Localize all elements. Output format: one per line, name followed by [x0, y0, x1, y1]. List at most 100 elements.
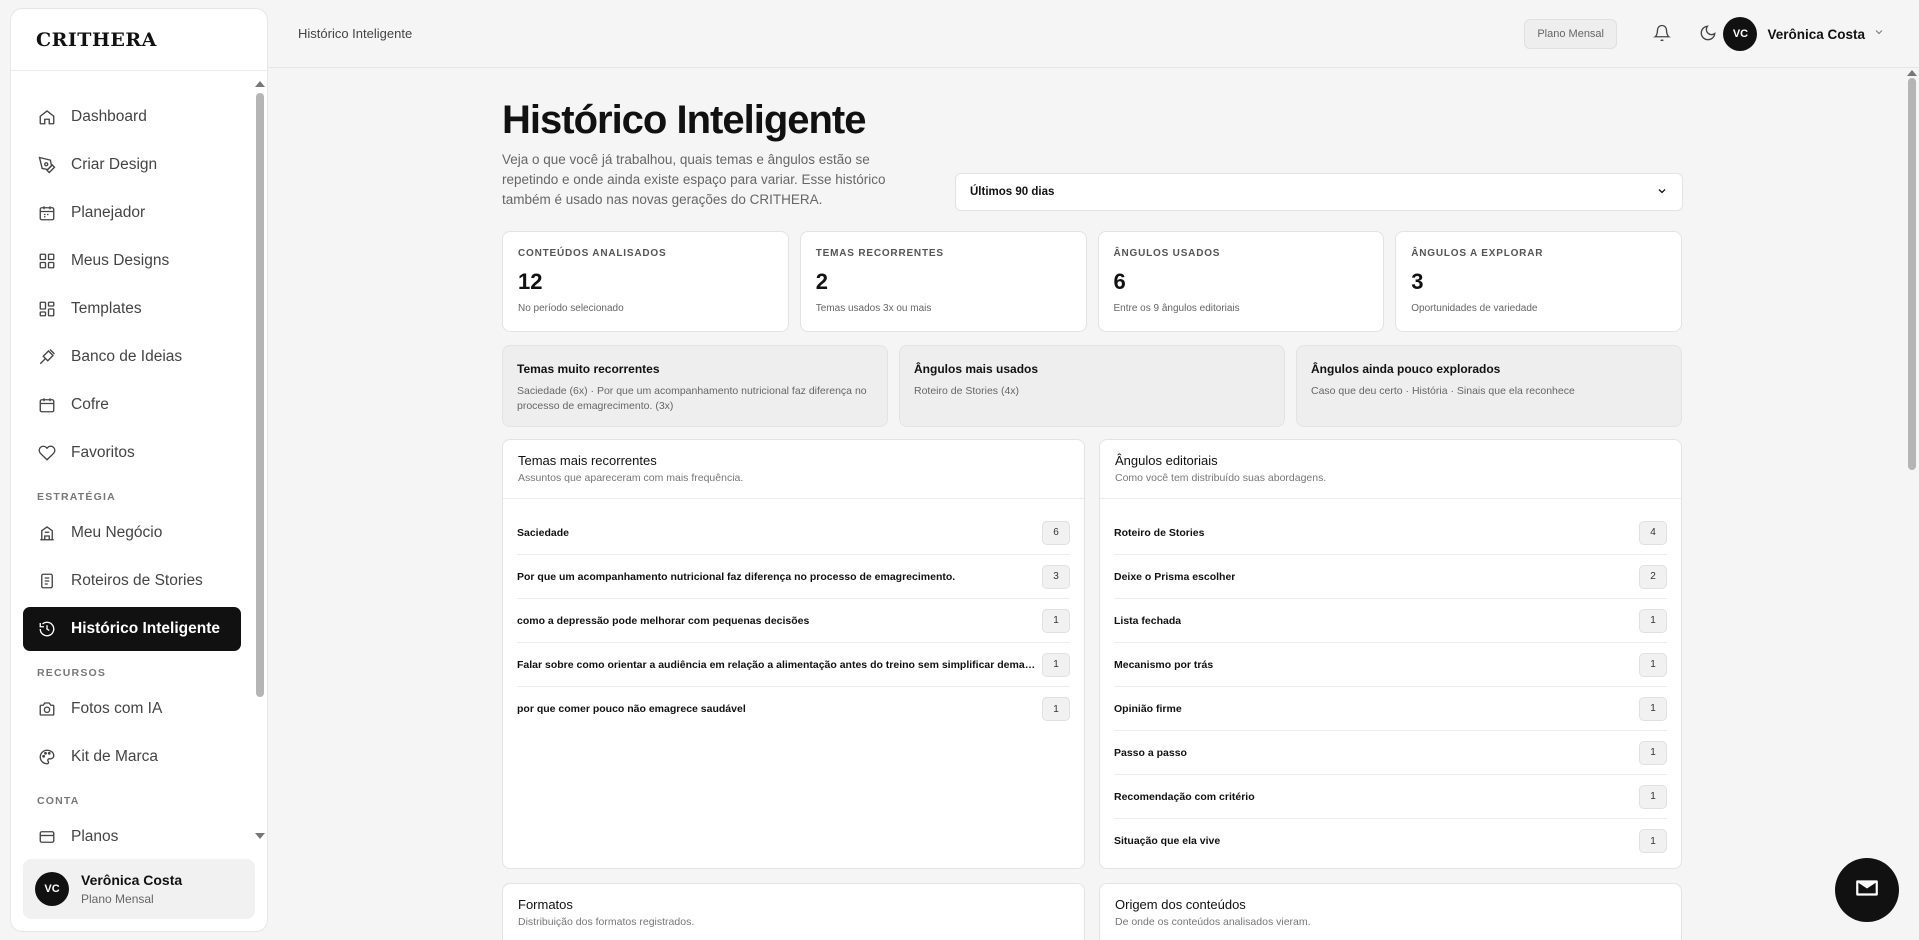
- sidebar-nav: Dashboard Criar Design Planejador Meus D…: [11, 71, 253, 845]
- list-item[interactable]: Saciedade 6: [517, 511, 1070, 555]
- list-item[interactable]: Passo a passo 1: [1114, 731, 1667, 775]
- sidebar-user-plan: Plano Mensal: [81, 892, 154, 906]
- mail-icon: [1854, 875, 1880, 906]
- sidebar-item-planos[interactable]: Planos: [23, 815, 241, 845]
- sidebar-item-templates[interactable]: Templates: [23, 287, 241, 331]
- user-menu[interactable]: VC Verônica Costa: [1723, 17, 1885, 51]
- sidebar-item-dashboard[interactable]: Dashboard: [23, 95, 241, 139]
- list-item[interactable]: como a depressão pode melhorar com peque…: [517, 599, 1070, 643]
- stat-card: ÂNGULOS USADOS 6 Entre os 9 ângulos edit…: [1097, 231, 1385, 332]
- palette-icon: [37, 747, 57, 767]
- list-item[interactable]: Opinião firme 1: [1114, 687, 1667, 731]
- count-badge: 2: [1639, 564, 1667, 589]
- count-badge: 1: [1639, 608, 1667, 633]
- sidebar-item-label: Cofre: [71, 396, 109, 413]
- list-item[interactable]: Mecanismo por trás 1: [1114, 643, 1667, 687]
- stat-subtext: No período selecionado: [518, 303, 624, 314]
- panel-title: Origem dos conteúdos: [1115, 897, 1246, 912]
- list-item[interactable]: Roteiro de Stories 4: [1114, 511, 1667, 555]
- stat-label: TEMAS RECORRENTES: [815, 248, 944, 259]
- panel-subtitle: Assuntos que apareceram com mais frequên…: [518, 472, 744, 484]
- period-select[interactable]: Últimos 90 dias: [955, 173, 1683, 211]
- scroll-down-arrow-icon[interactable]: [255, 833, 265, 839]
- sidebar-item-favoritos[interactable]: Favoritos: [23, 431, 241, 475]
- sidebar-item-label: Dashboard: [71, 108, 147, 125]
- insight-title: Temas muito recorrentes: [517, 362, 660, 376]
- list-item-label: Lista fechada: [1114, 614, 1182, 627]
- page-title: Histórico Inteligente: [502, 98, 866, 142]
- sidebar-item-meus-designs[interactable]: Meus Designs: [23, 239, 241, 283]
- list-item[interactable]: Deixe o Prisma escolher 2: [1114, 555, 1667, 599]
- list-item[interactable]: Por que um acompanhamento nutricional fa…: [517, 555, 1070, 599]
- sidebar-item-label: Favoritos: [71, 444, 135, 461]
- angles-panel: Ângulos editoriais Como você tem distrib…: [1099, 439, 1682, 869]
- history-icon: [37, 619, 57, 639]
- stat-subtext: Temas usados 3x ou mais: [815, 303, 932, 314]
- sidebar-item-banco-de-ideias[interactable]: Banco de Ideias: [23, 335, 241, 379]
- count-badge: 1: [1042, 608, 1070, 633]
- angles-list: Roteiro de Stories 4 Deixe o Prisma escol…: [1100, 511, 1681, 863]
- user-name: Verônica Costa: [1767, 26, 1865, 42]
- insights-row: Temas muito recorrentes Saciedade (6x) ·…: [502, 345, 1682, 427]
- sidebar-item-roteiros-de-stories[interactable]: Roteiros de Stories: [23, 559, 241, 603]
- count-badge: 1: [1639, 829, 1667, 853]
- brand-logo[interactable]: CRITHERA: [11, 9, 267, 71]
- avatar: VC: [1723, 17, 1758, 51]
- stat-subtext: Oportunidades de variedade: [1411, 303, 1538, 314]
- section-label-estrategia: ESTRATÉGIA: [37, 491, 116, 503]
- panel-title: Ângulos editoriais: [1115, 453, 1218, 468]
- sidebar-scrollbar-thumb[interactable]: [256, 93, 264, 697]
- moon-icon[interactable]: [1697, 22, 1719, 44]
- message-fab-button[interactable]: [1835, 858, 1899, 922]
- sidebar-item-historico-inteligente[interactable]: Histórico Inteligente: [23, 607, 241, 651]
- layout-icon: [37, 299, 57, 319]
- panel-header: Temas mais recorrentes Assuntos que apar…: [503, 440, 1084, 499]
- panel-subtitle: Distribuição dos formatos registrados.: [518, 916, 695, 928]
- stat-label: CONTEÚDOS ANALISADOS: [518, 248, 667, 259]
- scroll-up-arrow-icon[interactable]: [255, 81, 265, 87]
- sidebar-item-kit-de-marca[interactable]: Kit de Marca: [23, 735, 241, 779]
- page-scrollbar-thumb[interactable]: [1908, 78, 1916, 470]
- list-item[interactable]: Recomendação com critério 1: [1114, 775, 1667, 819]
- list-item[interactable]: Lista fechada 1: [1114, 599, 1667, 643]
- plan-badge[interactable]: Plano Mensal: [1524, 19, 1617, 49]
- list-item[interactable]: Situação que ela vive 1: [1114, 819, 1667, 863]
- count-badge: 3: [1042, 564, 1070, 589]
- scroll-up-arrow-icon[interactable]: [1907, 70, 1917, 76]
- stat-value: 2: [815, 269, 828, 294]
- list-item-label: Passo a passo: [1114, 746, 1187, 759]
- sidebar-item-label: Histórico Inteligente: [71, 620, 220, 637]
- sidebar-item-meu-negocio[interactable]: Meu Negócio: [23, 511, 241, 555]
- insight-text: Roteiro de Stories (4x): [914, 385, 1020, 397]
- sidebar-item-fotos-com-ia[interactable]: Fotos com IA: [23, 687, 241, 731]
- page-scrollbar[interactable]: [1905, 68, 1919, 940]
- sidebar-item-label: Fotos com IA: [71, 700, 163, 717]
- stat-card: CONTEÚDOS ANALISADOS 12 No período selec…: [502, 231, 789, 332]
- insight-card: Temas muito recorrentes Saciedade (6x) ·…: [502, 345, 888, 427]
- bell-icon[interactable]: [1651, 22, 1673, 44]
- insight-title: Ângulos mais usados: [914, 362, 1039, 376]
- list-item-label: Deixe o Prisma escolher: [1114, 570, 1236, 583]
- insight-text: Caso que deu certo · História · Sinais q…: [1311, 385, 1575, 397]
- panel-title: Temas mais recorrentes: [518, 453, 657, 468]
- sidebar-item-label: Templates: [71, 300, 142, 317]
- sidebar-item-label: Criar Design: [71, 156, 158, 173]
- sidebar-user-card[interactable]: VC Verônica Costa Plano Mensal: [23, 859, 255, 919]
- panel-subtitle: De onde os conteúdos analisados vieram.: [1115, 916, 1311, 928]
- insight-title: Ângulos ainda pouco explorados: [1311, 362, 1501, 376]
- brush-icon: [37, 347, 57, 367]
- list-item[interactable]: por que comer pouco não emagrece saudáve…: [517, 687, 1070, 731]
- stat-value: 3: [1411, 269, 1424, 294]
- sidebar-scrollbar[interactable]: [255, 81, 265, 839]
- themes-panel: Temas mais recorrentes Assuntos que apar…: [502, 439, 1085, 869]
- chevron-down-icon: [1873, 25, 1885, 43]
- sidebar-item-cofre[interactable]: Cofre: [23, 383, 241, 427]
- sidebar-item-criar-design[interactable]: Criar Design: [23, 143, 241, 187]
- count-badge: 1: [1639, 784, 1667, 809]
- panels-row-secondary: Formatos Distribuição dos formatos regis…: [502, 883, 1682, 940]
- sidebar-item-label: Planejador: [71, 204, 146, 221]
- sidebar-item-planejador[interactable]: Planejador: [23, 191, 241, 235]
- document-icon: [37, 571, 57, 591]
- list-item[interactable]: Falar sobre como orientar a audiência em…: [517, 643, 1070, 687]
- section-label-conta: CONTA: [37, 795, 80, 807]
